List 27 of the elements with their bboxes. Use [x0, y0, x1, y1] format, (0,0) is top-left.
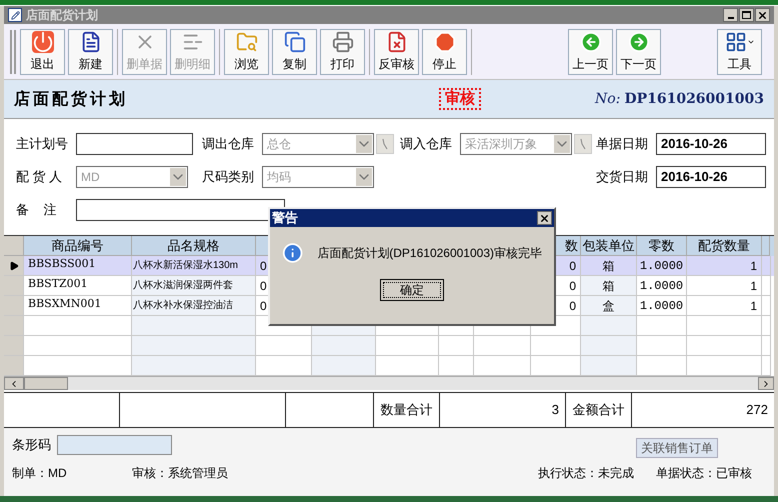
table-cell: 盒 [581, 296, 637, 316]
field-label: 条形码 [12, 436, 51, 454]
window-title: 店面配货计划 [26, 7, 98, 24]
total-value: 3 [440, 393, 566, 427]
field-label: 主计划号 [16, 135, 68, 154]
table-cell: 箱 [581, 276, 637, 296]
field-label: 交货日期 [596, 168, 648, 186]
field-label: 调入仓库 [400, 135, 452, 154]
auditor-text: 审核：系统管理员 [132, 465, 228, 482]
total-label: 金额合计 [566, 393, 632, 427]
form-title: 店面配货计划 [14, 88, 129, 110]
execution-status: 执行状态：未完成 [538, 465, 634, 482]
document-number: DP161026001003 [624, 90, 764, 108]
document-status: 单据状态：已审核 [656, 465, 752, 482]
dialog-title: 警告 [272, 209, 298, 228]
table-cell: 八杯水补水保湿控油洁 [132, 296, 256, 316]
total-value: 272 [745, 401, 769, 420]
table-cell: 八杯水滋润保湿两件套 [132, 276, 256, 296]
maker-text: 制单：MD [12, 465, 68, 482]
field-label: 尺码类别 [202, 168, 254, 186]
audit-stamp: 审核 [439, 88, 481, 110]
field-label: 备 注 [16, 201, 58, 220]
field-label: 调出仓库 [202, 135, 254, 154]
total-label: 数量合计 [374, 393, 440, 427]
number-label: No: [595, 90, 620, 108]
field-label: 配 货 人 [16, 168, 64, 186]
field-label: 单据日期 [596, 135, 648, 154]
